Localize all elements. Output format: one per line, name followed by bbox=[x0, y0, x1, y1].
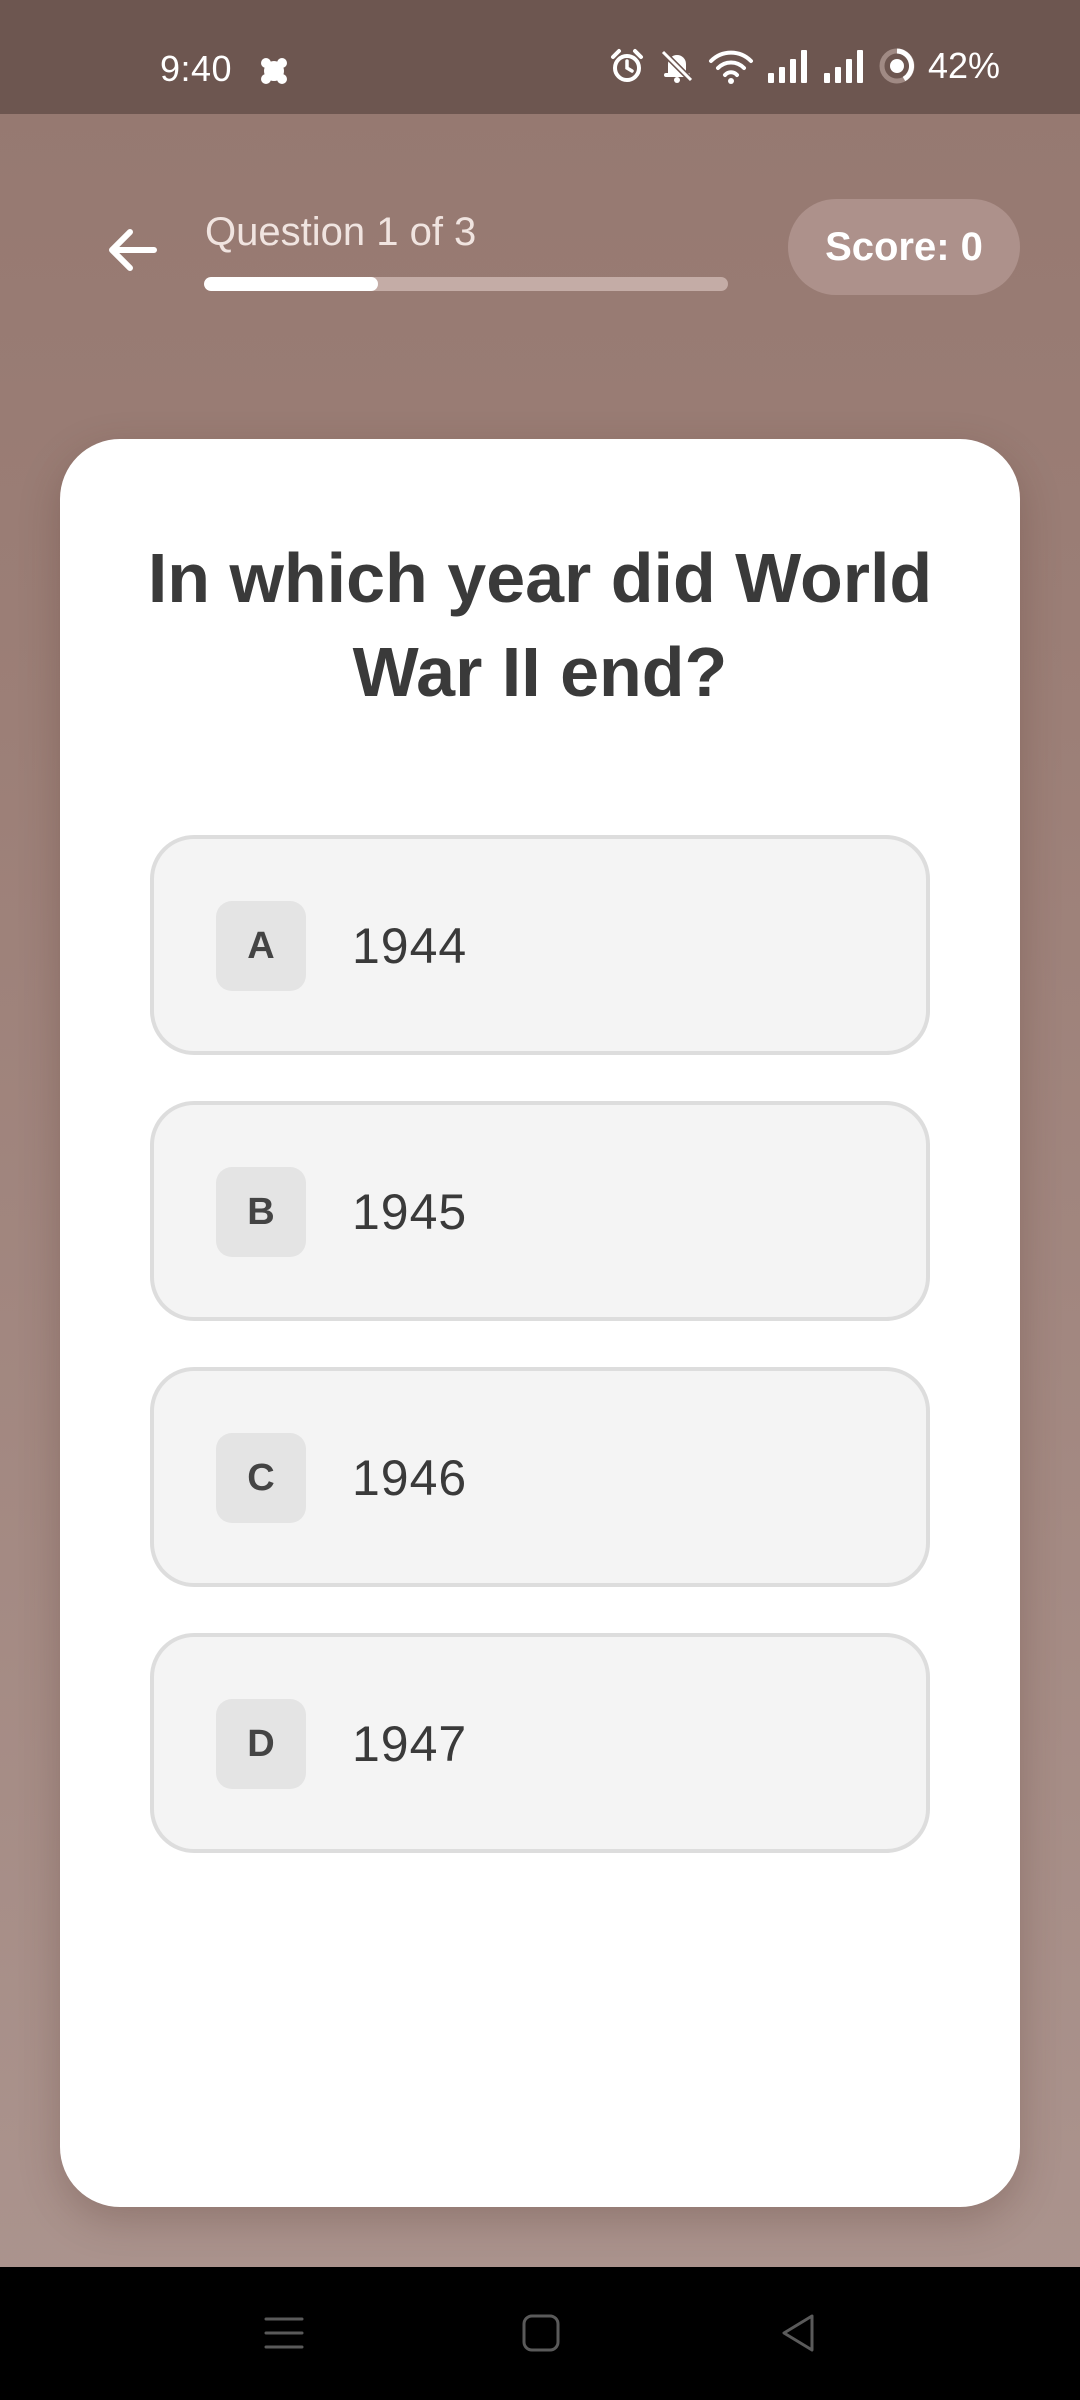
answer-option-c[interactable]: C 1946 bbox=[150, 1367, 930, 1587]
answer-options: A 1944 B 1945 C 1946 D 1947 bbox=[150, 835, 930, 1899]
option-text: 1944 bbox=[352, 918, 468, 974]
option-letter-badge: A bbox=[216, 901, 306, 991]
wifi-icon bbox=[708, 50, 753, 84]
signal-icon bbox=[767, 50, 807, 83]
alarm-icon bbox=[610, 49, 643, 82]
quiz-header: Question 1 of 3 Score: 0 bbox=[0, 114, 1080, 364]
question-card: In which year did World War II end? A 19… bbox=[60, 439, 1020, 2207]
menu-lines-icon bbox=[264, 2317, 304, 2349]
bell-off-icon bbox=[660, 49, 694, 83]
battery-percentage: 42% bbox=[927, 45, 1000, 86]
option-letter-badge: D bbox=[216, 1699, 306, 1789]
question-progress-bar bbox=[204, 277, 728, 291]
system-back-button[interactable] bbox=[776, 2311, 820, 2360]
notification-app-icon bbox=[261, 58, 287, 84]
option-text: 1945 bbox=[352, 1184, 468, 1240]
question-progress-label: Question 1 of 3 bbox=[205, 210, 477, 254]
status-time: 9:40 bbox=[160, 48, 233, 89]
back-triangle-icon bbox=[782, 2314, 814, 2352]
home-square-icon bbox=[522, 2314, 560, 2352]
status-icons: 42% bbox=[608, 45, 1000, 86]
option-text: 1947 bbox=[352, 1716, 468, 1772]
recent-apps-button[interactable] bbox=[262, 2311, 306, 2360]
answer-option-b[interactable]: B 1945 bbox=[150, 1101, 930, 1321]
back-button[interactable] bbox=[96, 214, 168, 286]
option-text: 1946 bbox=[352, 1450, 468, 1506]
arrow-left-icon bbox=[109, 229, 157, 271]
signal-icon bbox=[823, 50, 863, 83]
battery-ring-icon bbox=[879, 48, 915, 84]
answer-option-d[interactable]: D 1947 bbox=[150, 1633, 930, 1853]
option-letter-badge: B bbox=[216, 1167, 306, 1257]
status-bar: 9:40 42% bbox=[0, 0, 1080, 114]
answer-option-a[interactable]: A 1944 bbox=[150, 835, 930, 1055]
question-text: In which year did World War II end? bbox=[147, 539, 933, 711]
home-button[interactable] bbox=[519, 2311, 563, 2360]
system-nav-bar bbox=[0, 2267, 1080, 2400]
question-progress-fill bbox=[204, 277, 379, 291]
option-letter-badge: C bbox=[216, 1433, 306, 1523]
score-badge: Score: 0 bbox=[788, 199, 1020, 295]
